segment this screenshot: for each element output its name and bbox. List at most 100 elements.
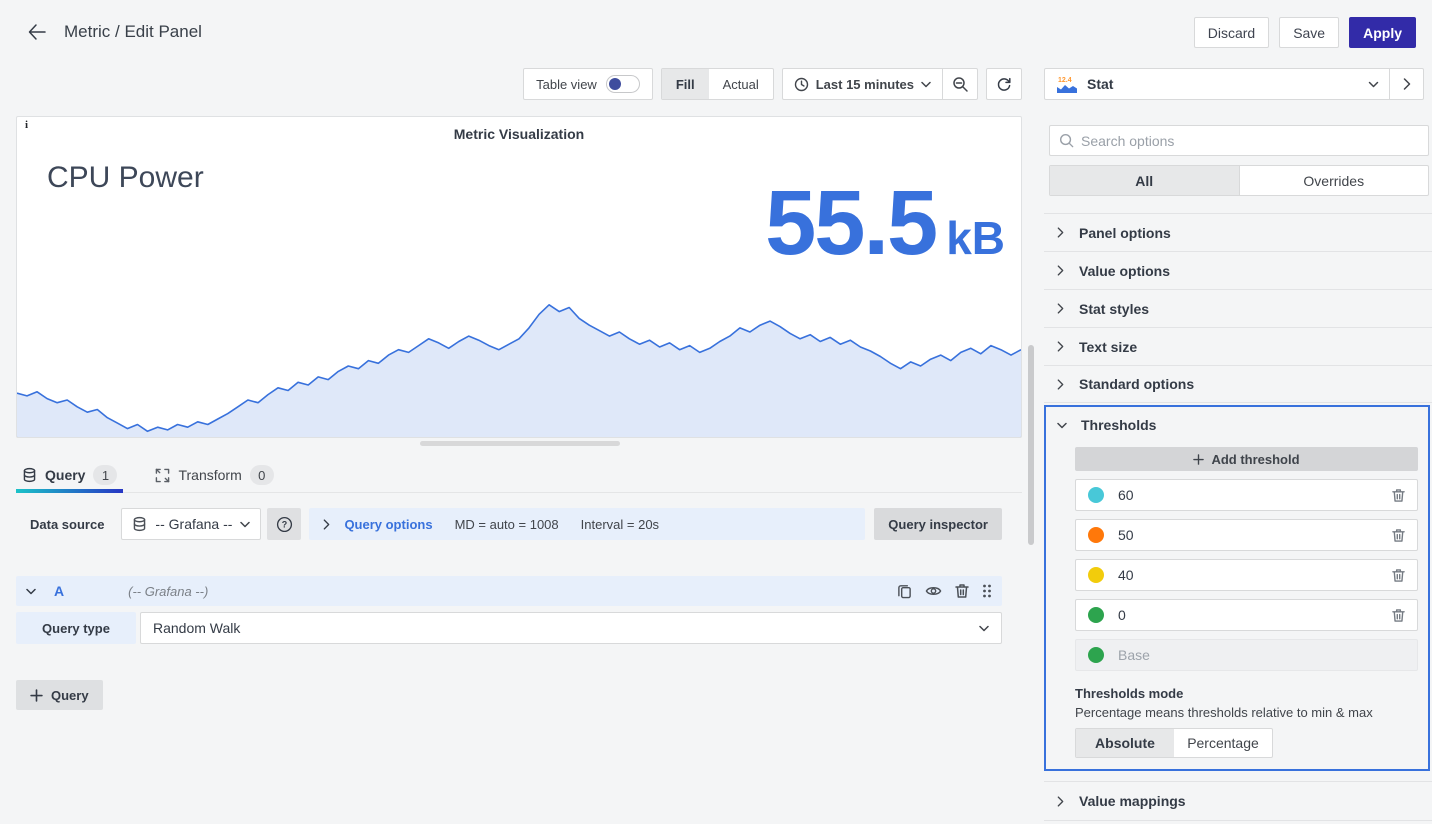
data-source-select[interactable]: -- Grafana -- [121,508,261,540]
hide-query-button[interactable] [925,584,942,598]
threshold-color-swatch[interactable] [1088,567,1104,583]
data-source-value: -- Grafana -- [155,516,232,532]
query-ref-id: A [54,583,64,599]
delete-threshold-button[interactable] [1392,488,1405,503]
visualization-select[interactable]: 12.4 Stat [1044,68,1390,100]
threshold-value-input[interactable]: 50 [1118,527,1392,543]
filter-tab-all[interactable]: All [1050,166,1240,195]
chevron-down-icon [1368,81,1379,88]
section-stat-styles[interactable]: Stat styles [1044,289,1432,327]
table-view-label: Table view [536,77,597,92]
delete-threshold-button[interactable] [1392,568,1405,583]
query-datasource-hint: (-- Grafana --) [128,584,208,599]
time-controls: Last 15 minutes [782,68,978,100]
tab-transform[interactable]: Transform 0 [149,458,279,492]
data-source-help-button[interactable]: ? [267,508,301,540]
viz-options-expand-button[interactable] [1390,68,1424,100]
clock-icon [794,77,809,92]
visualization-picker-row: 12.4 Stat [1044,68,1424,100]
section-standard-options[interactable]: Standard options [1044,365,1432,403]
threshold-color-swatch[interactable] [1088,487,1104,503]
stat-value: 55.5 kB [765,177,1005,269]
drag-query-handle[interactable] [982,583,992,599]
threshold-color-swatch[interactable] [1088,607,1104,623]
sparkline-area-chart [17,291,1021,437]
time-range-label: Last 15 minutes [816,77,914,92]
visualization-name: Stat [1087,76,1360,92]
chevron-right-icon [1057,341,1064,352]
thresholds-header[interactable]: Thresholds [1046,407,1428,433]
chevron-right-icon [1057,265,1064,276]
discard-button[interactable]: Discard [1194,17,1269,48]
query-count-badge: 1 [93,465,117,485]
threshold-row: 40 [1075,559,1418,591]
apply-button[interactable]: Apply [1349,17,1416,48]
refresh-icon [996,76,1012,92]
refresh-button[interactable] [986,68,1022,100]
add-query-label: Query [51,688,89,703]
trash-icon [1392,608,1405,623]
eye-icon [925,584,942,598]
collapse-chevron-icon[interactable] [26,588,36,595]
save-button[interactable]: Save [1279,17,1339,48]
delete-threshold-button[interactable] [1392,608,1405,623]
fill-actual-segment: Fill Actual [661,68,774,100]
plus-icon [1193,454,1204,465]
threshold-value-input[interactable]: 40 [1118,567,1392,583]
section-value-mappings[interactable]: Value mappings [1044,781,1432,821]
query-type-select[interactable]: Random Walk [140,612,1002,644]
threshold-value-input[interactable]: 0 [1118,607,1392,623]
options-filter-tabs: All Overrides [1049,165,1429,196]
stat-number: 55.5 [765,177,936,269]
mode-absolute[interactable]: Absolute [1076,729,1174,757]
options-search-input[interactable] [1081,133,1419,149]
active-tab-underline [16,489,123,493]
query-options-link[interactable]: Query options [344,517,432,532]
thresholds-section: Thresholds Add threshold 60 50 40 0 [1044,405,1430,771]
filter-tab-overrides[interactable]: Overrides [1240,166,1429,195]
threshold-row-base: Base [1075,639,1418,671]
vertical-scrollbar[interactable] [1028,345,1034,545]
query-row-header[interactable]: A (-- Grafana --) [16,576,1002,606]
tab-transform-label: Transform [178,467,241,483]
actual-option[interactable]: Actual [709,69,773,99]
delete-query-button[interactable] [955,583,969,599]
plus-icon [30,689,43,702]
tab-query-label: Query [45,467,85,483]
trash-icon [955,583,969,599]
options-search[interactable] [1049,125,1429,156]
thresholds-mode-label: Thresholds mode [1075,686,1418,701]
stat-panel[interactable]: i Metric Visualization CPU Power 55.5 kB [16,116,1022,438]
chevron-down-icon [979,625,989,632]
threshold-base-label: Base [1118,647,1405,663]
threshold-value-input[interactable]: 60 [1118,487,1392,503]
chevron-right-icon [1057,303,1064,314]
chevron-right-icon [1403,78,1411,90]
mode-percentage[interactable]: Percentage [1174,729,1272,757]
section-text-size[interactable]: Text size [1044,327,1432,365]
section-panel-options[interactable]: Panel options [1044,213,1432,251]
time-range-picker[interactable]: Last 15 minutes [783,69,942,99]
delete-threshold-button[interactable] [1392,528,1405,543]
tab-query[interactable]: Query 1 [16,458,123,492]
fill-option[interactable]: Fill [662,69,709,99]
chevron-right-icon [1057,796,1064,807]
pane-resize-handle[interactable] [420,441,620,446]
zoom-out-button[interactable] [942,69,977,99]
trash-icon [1392,528,1405,543]
section-value-options[interactable]: Value options [1044,251,1432,289]
back-arrow-button[interactable] [22,17,52,47]
chevron-right-icon [323,519,330,530]
query-inspector-button[interactable]: Query inspector [874,508,1002,540]
duplicate-query-button[interactable] [897,583,912,599]
add-threshold-button[interactable]: Add threshold [1075,447,1418,471]
thresholds-title: Thresholds [1081,417,1156,433]
threshold-color-swatch[interactable] [1088,527,1104,543]
thresholds-mode-segment: Absolute Percentage [1075,728,1273,758]
table-view-control: Table view [523,68,653,100]
help-circle-icon: ? [276,516,293,533]
threshold-color-swatch[interactable] [1088,647,1104,663]
thresholds-mode-description: Percentage means thresholds relative to … [1075,705,1418,720]
table-view-toggle[interactable] [606,75,640,93]
add-query-button[interactable]: Query [16,680,103,710]
